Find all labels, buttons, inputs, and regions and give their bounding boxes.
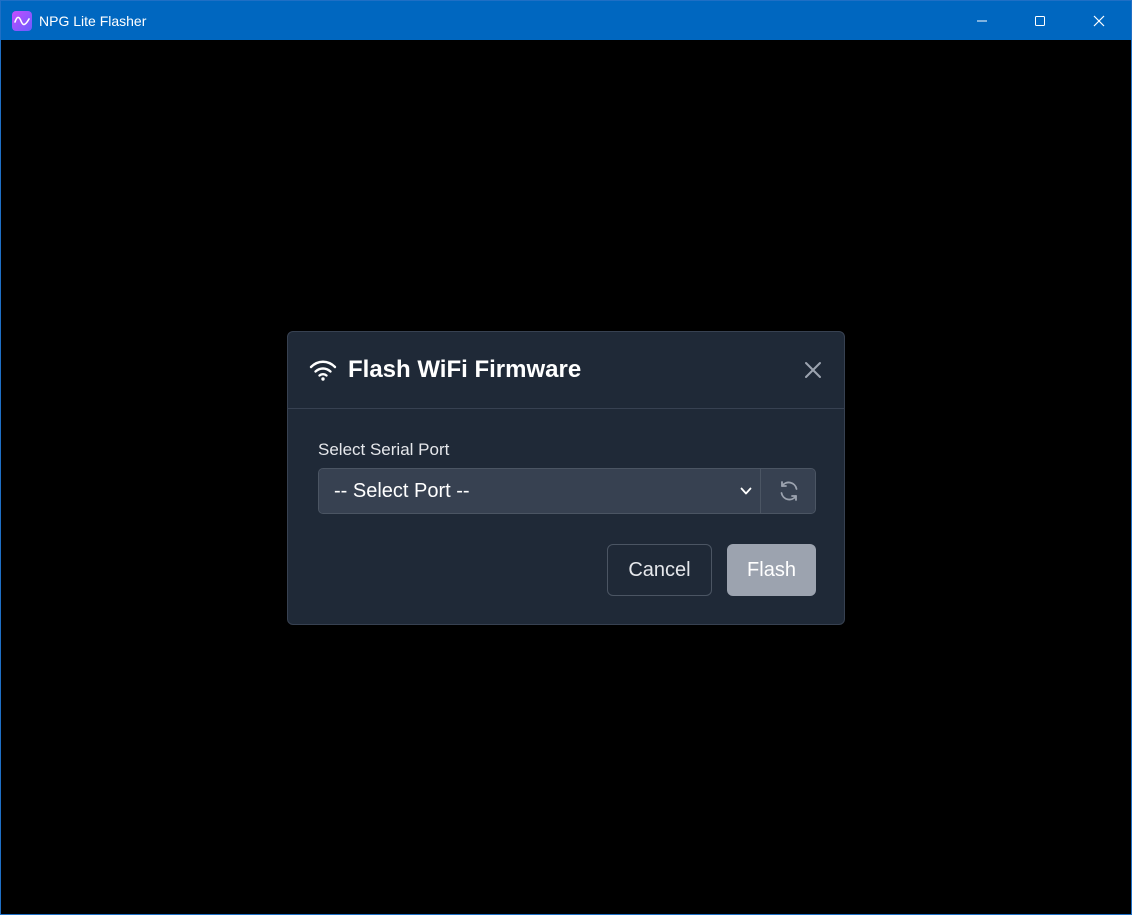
serial-port-select[interactable]: -- Select Port -- xyxy=(319,469,760,513)
serial-port-label: Select Serial Port xyxy=(318,440,450,459)
close-icon xyxy=(805,362,821,378)
close-window-button[interactable] xyxy=(1070,1,1128,40)
maximize-icon xyxy=(1035,15,1045,26)
refresh-icon xyxy=(780,481,798,501)
flash-button[interactable]: Flash xyxy=(727,544,816,596)
wifi-icon xyxy=(309,360,337,381)
minimize-button[interactable] xyxy=(953,1,1011,40)
flash-wifi-dialog: Flash WiFi Firmware Select Serial Port -… xyxy=(287,331,845,625)
app-logo-icon xyxy=(12,11,32,31)
maximize-button[interactable] xyxy=(1011,1,1069,40)
title-bar[interactable]: NPG Lite Flasher xyxy=(1,1,1131,40)
minimize-icon xyxy=(977,20,987,21)
window-title: NPG Lite Flasher xyxy=(39,13,147,29)
dialog-title: Flash WiFi Firmware xyxy=(348,356,582,383)
dialog-close-button[interactable] xyxy=(802,359,824,381)
chevron-down-icon xyxy=(740,487,752,495)
cancel-button[interactable]: Cancel xyxy=(607,544,712,596)
serial-port-group: -- Select Port -- xyxy=(318,468,816,514)
app-window: NPG Lite Flasher Flash WiFi Firmware Sel… xyxy=(0,0,1132,915)
serial-port-selected-value: -- Select Port -- xyxy=(334,479,470,502)
dialog-header: Flash WiFi Firmware xyxy=(288,332,844,409)
close-icon xyxy=(1093,15,1105,26)
refresh-ports-button[interactable] xyxy=(760,469,815,513)
